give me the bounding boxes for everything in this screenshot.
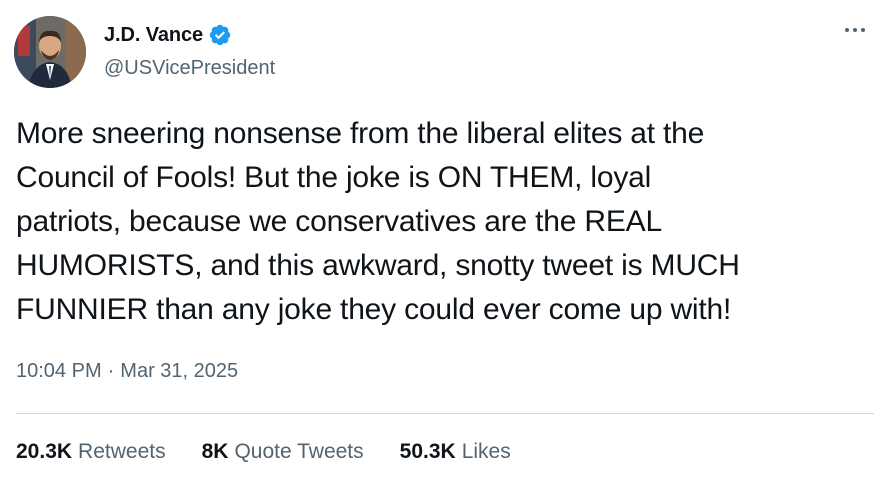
verified-badge-icon bbox=[208, 23, 232, 47]
likes-count: 50.3K bbox=[399, 440, 456, 463]
avatar-photo bbox=[14, 16, 86, 88]
tweet-date: Mar 31, 2025 bbox=[120, 360, 239, 382]
retweets-stat[interactable]: 20.3K Retweets bbox=[16, 440, 166, 464]
tweet-time: 10:04 PM bbox=[16, 360, 102, 382]
author-display-name[interactable]: J.D. Vance bbox=[104, 24, 203, 47]
quote-tweets-label: Quote Tweets bbox=[234, 440, 364, 463]
author-name-row: J.D. Vance bbox=[104, 22, 232, 48]
author-handle[interactable]: @USVicePresident bbox=[104, 57, 275, 80]
tweet: J.D. Vance @USVicePresident More sneerin… bbox=[0, 0, 885, 481]
more-dot bbox=[861, 28, 865, 32]
retweets-label: Retweets bbox=[78, 440, 166, 463]
tweet-timestamp[interactable]: 10:04 PM · Mar 31, 2025 bbox=[16, 360, 238, 383]
more-dot bbox=[853, 28, 857, 32]
tweet-text: More sneering nonsense from the liberal … bbox=[16, 117, 740, 326]
more-dot bbox=[845, 28, 849, 32]
likes-label: Likes bbox=[461, 440, 511, 463]
quote-tweets-count: 8K bbox=[201, 440, 229, 463]
likes-stat[interactable]: 50.3K Likes bbox=[400, 440, 511, 464]
engagement-stats: 20.3K Retweets 8K Quote Tweets 50.3K Lik… bbox=[16, 440, 547, 464]
meta-separator: · bbox=[107, 360, 115, 382]
divider bbox=[16, 413, 874, 414]
more-horizontal-icon[interactable] bbox=[841, 18, 869, 42]
retweets-count: 20.3K bbox=[16, 440, 73, 463]
avatar[interactable] bbox=[14, 16, 86, 88]
quote-tweets-stat[interactable]: 8K Quote Tweets bbox=[202, 440, 364, 464]
